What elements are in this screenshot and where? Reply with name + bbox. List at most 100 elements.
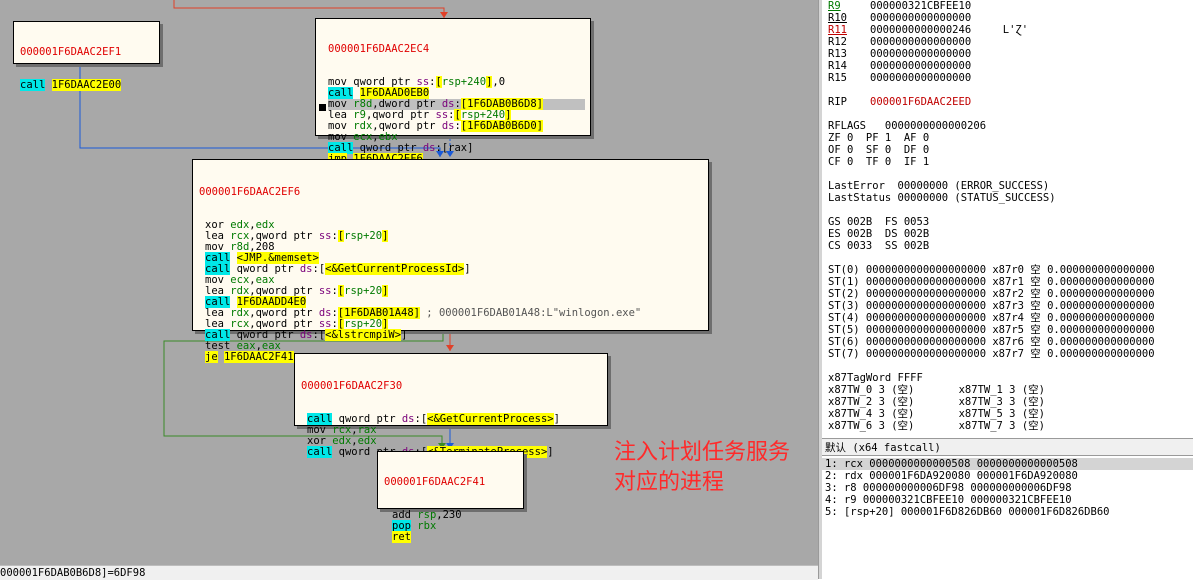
register-row[interactable]: RFLAGS 0000000000000206 [822,120,1193,132]
call-argument-row[interactable]: 1: rcx 0000000000000508 0000000000000508 [822,458,1193,470]
register-row[interactable] [822,168,1193,180]
calling-convention-selector[interactable]: 默认 (x64 fastcall) [822,438,1193,456]
register-row[interactable]: R14 0000000000000000 [822,60,1193,72]
call-argument-row[interactable]: 5: [rsp+20] 000001F6D826DB60 000001F6D82… [822,506,1193,518]
register-value: 000001F6DAAC2EED [870,96,972,108]
block-address: 000001F6DAAC2F30 [301,380,403,392]
register-value: ST(3) 0000000000000000000 x87r3 空 0.0000… [828,300,1155,312]
instruction-token: [1F6DAB0B6D0] [460,120,543,132]
basic-block-2f30[interactable]: 000001F6DAAC2F30 call qword ptr ds:[<&Ge… [294,353,608,458]
register-row[interactable]: R15 0000000000000000 [822,72,1193,84]
register-row[interactable]: LastError 00000000 (ERROR_SUCCESS) [822,180,1193,192]
instruction-token: <&GetCurrentProcess> [427,413,554,425]
register-row[interactable]: x87TW_0 3 (空) x87TW_1 3 (空) [822,384,1193,396]
register-row[interactable]: x87TW_4 3 (空) x87TW_5 3 (空) [822,408,1193,420]
instruction-token: : [331,230,338,242]
register-row[interactable]: ST(2) 0000000000000000000 x87r2 空 0.0000… [822,288,1193,300]
register-row[interactable]: LastStatus 00000000 (STATUS_SUCCESS) [822,192,1193,204]
breakpoint-marker-icon [319,104,326,111]
register-row[interactable]: RIP 000001F6DAAC2EED [822,96,1193,108]
instruction-token: rsp+240 [441,76,487,88]
instruction-token: 1F6DAAC2F41 [223,351,294,363]
instruction-token: rbx [417,520,437,532]
register-row[interactable]: ZF 0 PF 1 AF 0 [822,132,1193,144]
register-name: R10 [828,12,847,24]
instruction-token: ret [392,531,411,543]
register-value: GS 002B FS 0053 [828,216,930,228]
block-address: 000001F6DAAC2EF6 [199,186,301,198]
register-row[interactable]: GS 002B FS 0053 [822,216,1193,228]
register-row[interactable] [822,360,1193,372]
register-row[interactable]: R9 000000321CBFEE10 [822,0,1193,12]
register-value: ST(1) 0000000000000000000 x87r1 空 0.0000… [828,276,1155,288]
register-value: 0000000000000000 [870,72,972,84]
instruction-token: ss [318,230,332,242]
instruction-line[interactable]: lea rcx,qword ptr ss:[rsp+20] [205,230,702,242]
register-row[interactable]: ST(0) 0000000000000000000 x87r0 空 0.0000… [822,264,1193,276]
register-value: ST(6) 0000000000000000000 x87r6 空 0.0000… [828,336,1155,348]
instruction-line[interactable]: call 1F6DAAC2E00 [20,79,153,91]
register-row[interactable]: x87TagWord FFFF [822,372,1193,384]
instruction-token: call [20,79,46,91]
register-row[interactable]: CS 0033 SS 002B [822,240,1193,252]
instruction-token: ] [382,285,389,297]
register-value: ST(5) 0000000000000000000 x87r5 空 0.0000… [828,324,1155,336]
basic-block-2ec4[interactable]: 000001F6DAAC2EC4 mov qword ptr ss:[rsp+2… [315,18,591,165]
basic-block-2ef6[interactable]: 000001F6DAAC2EF6 xor edx,edx lea rcx,qwor… [192,159,709,363]
call-argument-row[interactable]: 4: r9 000000321CBFEE10 000000321CBFEE10 [822,494,1193,506]
register-row[interactable]: ST(5) 0000000000000000000 x87r5 空 0.0000… [822,324,1193,336]
instruction-line[interactable]: call qword ptr ds:[<&GetCurrentProcessId… [205,263,702,275]
register-value: OF 0 SF 0 DF 0 [828,144,930,156]
register-value: ST(0) 0000000000000000000 x87r0 空 0.0000… [828,264,1155,276]
register-row[interactable]: ST(6) 0000000000000000000 x87r6 空 0.0000… [822,336,1193,348]
instruction-token: ] [547,446,554,458]
register-value: RFLAGS 0000000000000206 [828,120,987,132]
register-row[interactable]: ST(3) 0000000000000000000 x87r3 空 0.0000… [822,300,1193,312]
register-row[interactable]: R13 0000000000000000 [822,48,1193,60]
register-row[interactable] [822,204,1193,216]
instruction-token: rsp+20 [344,230,383,242]
instruction-token: :[ [414,413,428,425]
register-row[interactable] [822,84,1193,96]
red-annotation-text: 注入计划任务服务 对应的进程 [614,440,791,495]
register-value: LastStatus 00000000 (STATUS_SUCCESS) [828,192,1056,204]
register-value: ZF 0 PF 1 AF 0 [828,132,930,144]
block-address: 000001F6DAAC2F41 [384,476,486,488]
call-argument-row[interactable]: 2: rdx 000001F6DA920080 000001F6DA920080 [822,470,1193,482]
block-address: 000001F6DAAC2EF1 [20,46,122,58]
register-row[interactable]: CF 0 TF 0 IF 1 [822,156,1193,168]
call-arguments-panel[interactable]: 1: rcx 0000000000000508 0000000000000508… [822,458,1193,579]
register-value: x87TW_2 3 (空) x87TW_3 3 (空) [828,396,1045,408]
register-row[interactable] [822,252,1193,264]
instruction-token: :[ [312,263,326,275]
register-name: R11 [828,24,847,36]
instruction-token: 1F6DAAC2E00 [51,79,122,91]
instruction-token: ] [401,329,408,341]
register-row[interactable]: R11 0000000000000246 L'Ɀ' [822,24,1193,36]
register-value: LastError 00000000 (ERROR_SUCCESS) [828,180,1050,192]
registers-panel[interactable]: R9 000000321CBFEE10 R10 0000000000000000 R11… [822,0,1193,438]
register-row[interactable]: ES 002B DS 002B [822,228,1193,240]
instruction-token: ds [299,329,313,341]
register-row[interactable]: ST(4) 0000000000000000000 x87r4 空 0.0000… [822,312,1193,324]
register-row[interactable]: x87TW_2 3 (空) x87TW_3 3 (空) [822,396,1193,408]
instruction-token: :[rax] [435,142,474,154]
instruction-line[interactable]: ret [392,531,517,543]
register-char-hint: L'Ɀ' [971,24,1029,36]
register-row[interactable]: R10 0000000000000000 [822,12,1193,24]
basic-block-2f41[interactable]: 000001F6DAAC2F41 add rsp,230 pop rbx ret [377,451,524,543]
register-row[interactable]: OF 0 SF 0 DF 0 [822,144,1193,156]
register-value: 0000000000000000 [870,48,972,60]
register-row[interactable]: x87TW_6 3 (空) x87TW_7 3 (空) [822,420,1193,432]
register-name: R9 [828,0,841,12]
basic-block-2ef1[interactable]: 000001F6DAAC2EF1 call 1F6DAAC2E00 [13,21,160,91]
register-row[interactable]: ST(1) 0000000000000000000 x87r1 空 0.0000… [822,276,1193,288]
block-address: 000001F6DAAC2EC4 [328,43,430,55]
register-row[interactable] [822,108,1193,120]
disassembly-graph-view[interactable]: 000001F6DAAC2EF1 call 1F6DAAC2E00 000001… [0,0,818,565]
register-row[interactable]: ST(7) 0000000000000000000 x87r7 空 0.0000… [822,348,1193,360]
register-value: x87TW_6 3 (空) x87TW_7 3 (空) [828,420,1045,432]
register-value: x87TW_0 3 (空) x87TW_1 3 (空) [828,384,1045,396]
register-row[interactable]: R12 0000000000000000 [822,36,1193,48]
call-argument-row[interactable]: 3: r8 000000000006DF98 000000000006DF98 [822,482,1193,494]
